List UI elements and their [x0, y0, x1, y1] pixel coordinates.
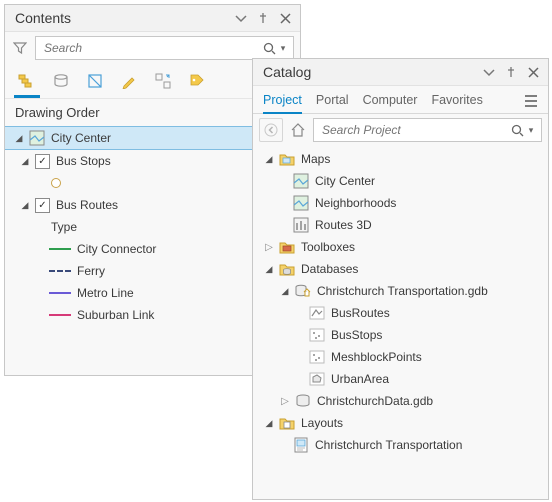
pin-icon[interactable] — [254, 9, 272, 27]
fc-urbanarea-item[interactable]: UrbanArea — [253, 368, 548, 390]
catalog-search-input[interactable] — [320, 122, 509, 138]
line-symbol-icon — [49, 292, 71, 294]
folder-maps-label: Maps — [299, 152, 330, 166]
search-dropdown-icon[interactable]: ▾ — [525, 125, 537, 136]
list-by-editing-button[interactable] — [117, 69, 141, 93]
folder-databases-label: Databases — [299, 262, 358, 276]
home-geodatabase-icon — [295, 283, 311, 299]
contents-search-input[interactable] — [42, 40, 261, 56]
gdb-data-row[interactable]: ChristchurchData.gdb — [253, 390, 548, 412]
gdb-data-label: ChristchurchData.gdb — [315, 394, 433, 408]
layout-christchurch-item[interactable]: Christchurch Transportation — [253, 434, 548, 456]
layer-bus-stops-label: Bus Stops — [54, 154, 111, 168]
scene-routes3d-item[interactable]: Routes 3D — [253, 214, 548, 236]
list-by-selection-button[interactable] — [83, 69, 107, 93]
geodatabase-icon — [295, 393, 311, 409]
fc-meshblock-label: MeshblockPoints — [329, 350, 422, 364]
layout-christchurch-label: Christchurch Transportation — [313, 438, 462, 452]
maps-folder-icon — [279, 151, 295, 167]
folder-toolboxes-row[interactable]: Toolboxes — [253, 236, 548, 258]
gdb-transportation-label: Christchurch Transportation.gdb — [315, 284, 488, 298]
filter-icon[interactable] — [11, 37, 29, 59]
line-symbol-icon — [49, 270, 71, 272]
layer-visibility-checkbox[interactable]: ✓ — [35, 198, 50, 213]
map-city-center-label: City Center — [49, 131, 111, 145]
catalog-title: Catalog — [263, 64, 480, 80]
layer-visibility-checkbox[interactable]: ✓ — [35, 154, 50, 169]
tab-portal[interactable]: Portal — [316, 89, 349, 113]
map-city-center-item[interactable]: City Center — [253, 170, 548, 192]
map-icon — [293, 195, 309, 211]
legend-type-label: Type — [49, 220, 77, 234]
legend-suburban-label: Suburban Link — [75, 308, 154, 322]
toolbox-folder-icon — [279, 239, 295, 255]
search-icon[interactable] — [509, 122, 525, 138]
map-neighborhoods-item[interactable]: Neighborhoods — [253, 192, 548, 214]
map-city-center-label: City Center — [313, 174, 375, 188]
tab-project[interactable]: Project — [263, 89, 302, 113]
list-by-drawing-order-button[interactable] — [15, 69, 39, 93]
gdb-transportation-row[interactable]: Christchurch Transportation.gdb — [253, 280, 548, 302]
catalog-menu-icon[interactable] — [520, 90, 542, 112]
legend-connector-label: City Connector — [75, 242, 156, 256]
tab-favorites[interactable]: Favorites — [431, 89, 482, 113]
fc-busroutes-label: BusRoutes — [329, 306, 390, 320]
search-dropdown-icon[interactable]: ▾ — [277, 43, 289, 54]
search-icon[interactable] — [261, 40, 277, 56]
list-by-data-source-button[interactable] — [49, 69, 73, 93]
layer-bus-routes-label: Bus Routes — [54, 198, 118, 212]
caret-icon[interactable] — [19, 156, 31, 167]
folder-maps-row[interactable]: Maps — [253, 148, 548, 170]
back-button[interactable] — [259, 118, 283, 142]
pin-icon[interactable] — [502, 63, 520, 81]
home-button[interactable] — [287, 119, 309, 141]
fc-urbanarea-label: UrbanArea — [329, 372, 389, 386]
close-icon[interactable] — [276, 9, 294, 27]
folder-toolboxes-label: Toolboxes — [299, 240, 355, 254]
caret-icon[interactable] — [279, 286, 291, 297]
polygon-featureclass-icon — [309, 371, 325, 387]
scene-routes3d-label: Routes 3D — [313, 218, 372, 232]
caret-icon[interactable] — [263, 418, 275, 429]
fc-busstops-label: BusStops — [329, 328, 382, 342]
line-featureclass-icon — [309, 305, 325, 321]
contents-search[interactable]: ▾ — [35, 36, 294, 60]
scene-icon — [293, 217, 309, 233]
fc-busstops-item[interactable]: BusStops — [253, 324, 548, 346]
map-icon — [293, 173, 309, 189]
fc-busroutes-item[interactable]: BusRoutes — [253, 302, 548, 324]
layout-icon — [293, 437, 309, 453]
legend-ferry-label: Ferry — [75, 264, 105, 278]
catalog-search[interactable]: ▾ — [313, 118, 542, 142]
layouts-folder-icon — [279, 415, 295, 431]
point-featureclass-icon — [309, 327, 325, 343]
folder-layouts-label: Layouts — [299, 416, 343, 430]
fc-meshblock-item[interactable]: MeshblockPoints — [253, 346, 548, 368]
caret-icon[interactable] — [19, 200, 31, 211]
panel-menu-icon[interactable] — [480, 63, 498, 81]
tab-computer[interactable]: Computer — [363, 89, 418, 113]
caret-icon[interactable] — [263, 264, 275, 275]
folder-layouts-row[interactable]: Layouts — [253, 412, 548, 434]
map-icon — [29, 130, 45, 146]
panel-menu-icon[interactable] — [232, 9, 250, 27]
caret-icon[interactable] — [13, 133, 25, 144]
list-by-snapping-button[interactable] — [151, 69, 175, 93]
close-icon[interactable] — [524, 63, 542, 81]
legend-metro-label: Metro Line — [75, 286, 134, 300]
point-featureclass-icon — [309, 349, 325, 365]
caret-icon[interactable] — [279, 396, 291, 407]
caret-icon[interactable] — [263, 154, 275, 165]
list-by-labeling-button[interactable] — [185, 69, 209, 93]
folder-databases-row[interactable]: Databases — [253, 258, 548, 280]
line-symbol-icon — [49, 314, 71, 316]
map-neighborhoods-label: Neighborhoods — [313, 196, 396, 210]
caret-icon[interactable] — [263, 242, 275, 253]
point-symbol-icon — [51, 178, 61, 188]
line-symbol-icon — [49, 248, 71, 250]
database-folder-icon — [279, 261, 295, 277]
contents-title: Contents — [15, 10, 232, 26]
